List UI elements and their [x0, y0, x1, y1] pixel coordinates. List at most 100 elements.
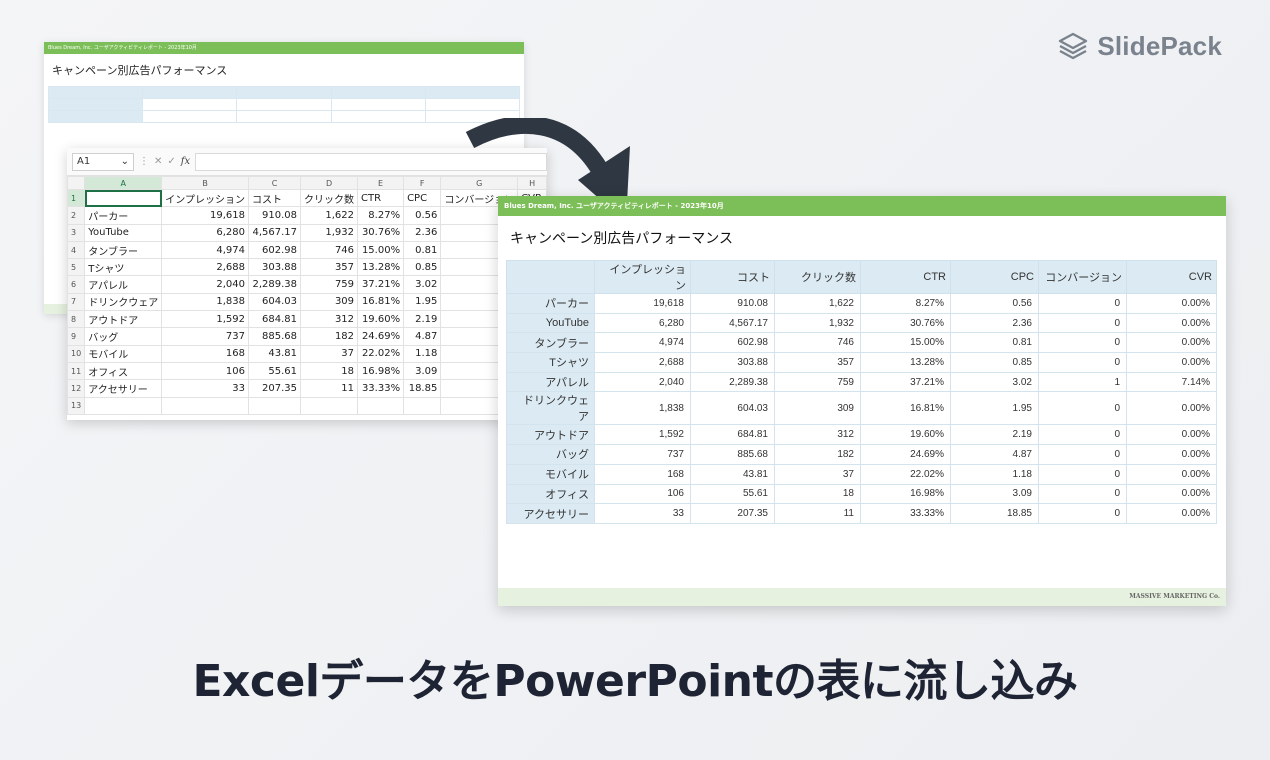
- sheet-cell[interactable]: [357, 396, 405, 415]
- sheet-cell[interactable]: 8.27%: [357, 206, 405, 225]
- sheet-cell[interactable]: 0.81: [403, 240, 442, 260]
- row-header[interactable]: 8: [67, 310, 86, 329]
- sheet-cell[interactable]: アパレル: [84, 275, 163, 294]
- sheet-cell[interactable]: 30.76%: [357, 223, 405, 242]
- sheet-cell[interactable]: モバイル: [84, 344, 163, 363]
- sheet-cell[interactable]: 11: [300, 379, 359, 398]
- sheet-cell[interactable]: [84, 396, 163, 415]
- column-header-d[interactable]: D: [300, 176, 359, 190]
- chevron-down-icon[interactable]: ⌄: [121, 156, 129, 167]
- sheet-cell[interactable]: 2.19: [403, 310, 442, 329]
- select-all-corner[interactable]: [67, 176, 86, 190]
- sheet-cell[interactable]: 4,974: [161, 240, 249, 260]
- sheet-cell[interactable]: 2,688: [161, 258, 249, 277]
- insert-function-icon[interactable]: fx: [181, 156, 190, 167]
- sheet-cell[interactable]: [247, 396, 302, 415]
- row-header[interactable]: 2: [67, 206, 86, 225]
- sheet-cell[interactable]: オフィス: [84, 361, 163, 381]
- sheet-cell[interactable]: 910.08: [247, 206, 302, 225]
- column-header-f[interactable]: F: [403, 176, 442, 190]
- sheet-cell[interactable]: パーカー: [84, 206, 163, 225]
- sheet-cell[interactable]: 13.28%: [357, 258, 405, 277]
- sheet-cell[interactable]: アウトドア: [84, 310, 163, 329]
- column-header-e[interactable]: E: [357, 176, 405, 190]
- sheet-cell[interactable]: 37.21%: [357, 275, 405, 294]
- sheet-cell[interactable]: [161, 396, 249, 415]
- sheet-cell[interactable]: 55.61: [247, 361, 302, 381]
- sheet-cell[interactable]: 2,289.38: [247, 275, 302, 294]
- sheet-cell[interactable]: 303.88: [247, 258, 302, 277]
- row-header[interactable]: 6: [67, 275, 86, 294]
- sheet-cell[interactable]: インプレッション: [161, 188, 249, 208]
- sheet-cell[interactable]: 3.02: [403, 275, 442, 294]
- sheet-cell[interactable]: 16.98%: [357, 361, 405, 381]
- row-header[interactable]: 11: [67, 361, 86, 381]
- sheet-cell[interactable]: 24.69%: [357, 327, 405, 346]
- row-header[interactable]: 4: [67, 240, 86, 260]
- sheet-cell[interactable]: 18: [300, 361, 359, 381]
- sheet-cell[interactable]: 207.35: [247, 379, 302, 398]
- sheet-cell[interactable]: YouTube: [84, 223, 163, 242]
- sheet-cell[interactable]: 684.81: [247, 310, 302, 329]
- sheet-cell[interactable]: 309: [300, 292, 359, 312]
- sheet-cell[interactable]: クリック数: [300, 188, 359, 208]
- row-header[interactable]: 10: [67, 344, 86, 363]
- row-header[interactable]: 7: [67, 292, 86, 312]
- column-header-a[interactable]: A: [84, 176, 163, 190]
- sheet-cell[interactable]: 168: [161, 344, 249, 363]
- row-header[interactable]: 5: [67, 258, 86, 277]
- sheet-cell[interactable]: 15.00%: [357, 240, 405, 260]
- sheet-cell[interactable]: 602.98: [247, 240, 302, 260]
- sheet-cell[interactable]: 33: [161, 379, 249, 398]
- sheet-cell[interactable]: 312: [300, 310, 359, 329]
- row-header[interactable]: 1: [67, 188, 86, 208]
- sheet-cell[interactable]: 1.95: [403, 292, 442, 312]
- sheet-cell[interactable]: 182: [300, 327, 359, 346]
- sheet-cell[interactable]: CPC: [403, 188, 442, 208]
- sheet-cell[interactable]: 885.68: [247, 327, 302, 346]
- sheet-cell[interactable]: 2,040: [161, 275, 249, 294]
- sheet-cell[interactable]: 737: [161, 327, 249, 346]
- sheet-cell[interactable]: 6,280: [161, 223, 249, 242]
- row-header[interactable]: 12: [67, 379, 86, 398]
- sheet-cell[interactable]: 746: [300, 240, 359, 260]
- sheet-cell[interactable]: 19.60%: [357, 310, 405, 329]
- sheet-cell[interactable]: 106: [161, 361, 249, 381]
- sheet-cell[interactable]: ドリンクウェア: [84, 292, 163, 312]
- sheet-cell[interactable]: 2.36: [403, 223, 442, 242]
- confirm-check-icon[interactable]: ✓: [167, 156, 175, 167]
- sheet-cell[interactable]: 604.03: [247, 292, 302, 312]
- sheet-cell[interactable]: アクセサリー: [84, 379, 163, 398]
- sheet-cell[interactable]: 37: [300, 344, 359, 363]
- sheet-cell[interactable]: [403, 396, 442, 415]
- sheet-cell[interactable]: 18.85: [403, 379, 442, 398]
- sheet-cell[interactable]: Tシャツ: [84, 258, 163, 277]
- sheet-cell[interactable]: 1,622: [300, 206, 359, 225]
- sheet-cell[interactable]: 0.56: [403, 206, 442, 225]
- row-header[interactable]: 9: [67, 327, 86, 346]
- sheet-cell[interactable]: CTR: [357, 188, 405, 208]
- sheet-cell[interactable]: 1,932: [300, 223, 359, 242]
- sheet-cell[interactable]: 357: [300, 258, 359, 277]
- cancel-icon[interactable]: ✕: [154, 156, 162, 167]
- sheet-cell[interactable]: 4.87: [403, 327, 442, 346]
- sheet-cell[interactable]: バッグ: [84, 327, 163, 346]
- sheet-cell[interactable]: 33.33%: [357, 379, 405, 398]
- sheet-cell[interactable]: 1.18: [403, 344, 442, 363]
- sheet-cell[interactable]: 0.85: [403, 258, 442, 277]
- name-box[interactable]: A1 ⌄: [72, 152, 134, 171]
- row-header[interactable]: 3: [67, 223, 86, 242]
- sheet-cell[interactable]: [84, 188, 163, 208]
- sheet-cell[interactable]: 43.81: [247, 344, 302, 363]
- sheet-cell[interactable]: 759: [300, 275, 359, 294]
- column-header-c[interactable]: C: [247, 176, 302, 190]
- sheet-cell[interactable]: コスト: [247, 188, 302, 208]
- row-header[interactable]: 13: [67, 396, 86, 415]
- sheet-cell[interactable]: タンブラー: [84, 240, 163, 260]
- sheet-cell[interactable]: 1,838: [161, 292, 249, 312]
- sheet-cell[interactable]: 19,618: [161, 206, 249, 225]
- sheet-cell[interactable]: [300, 396, 359, 415]
- sheet-cell[interactable]: 4,567.17: [247, 223, 302, 242]
- sheet-cell[interactable]: 1,592: [161, 310, 249, 329]
- sheet-cell[interactable]: 22.02%: [357, 344, 405, 363]
